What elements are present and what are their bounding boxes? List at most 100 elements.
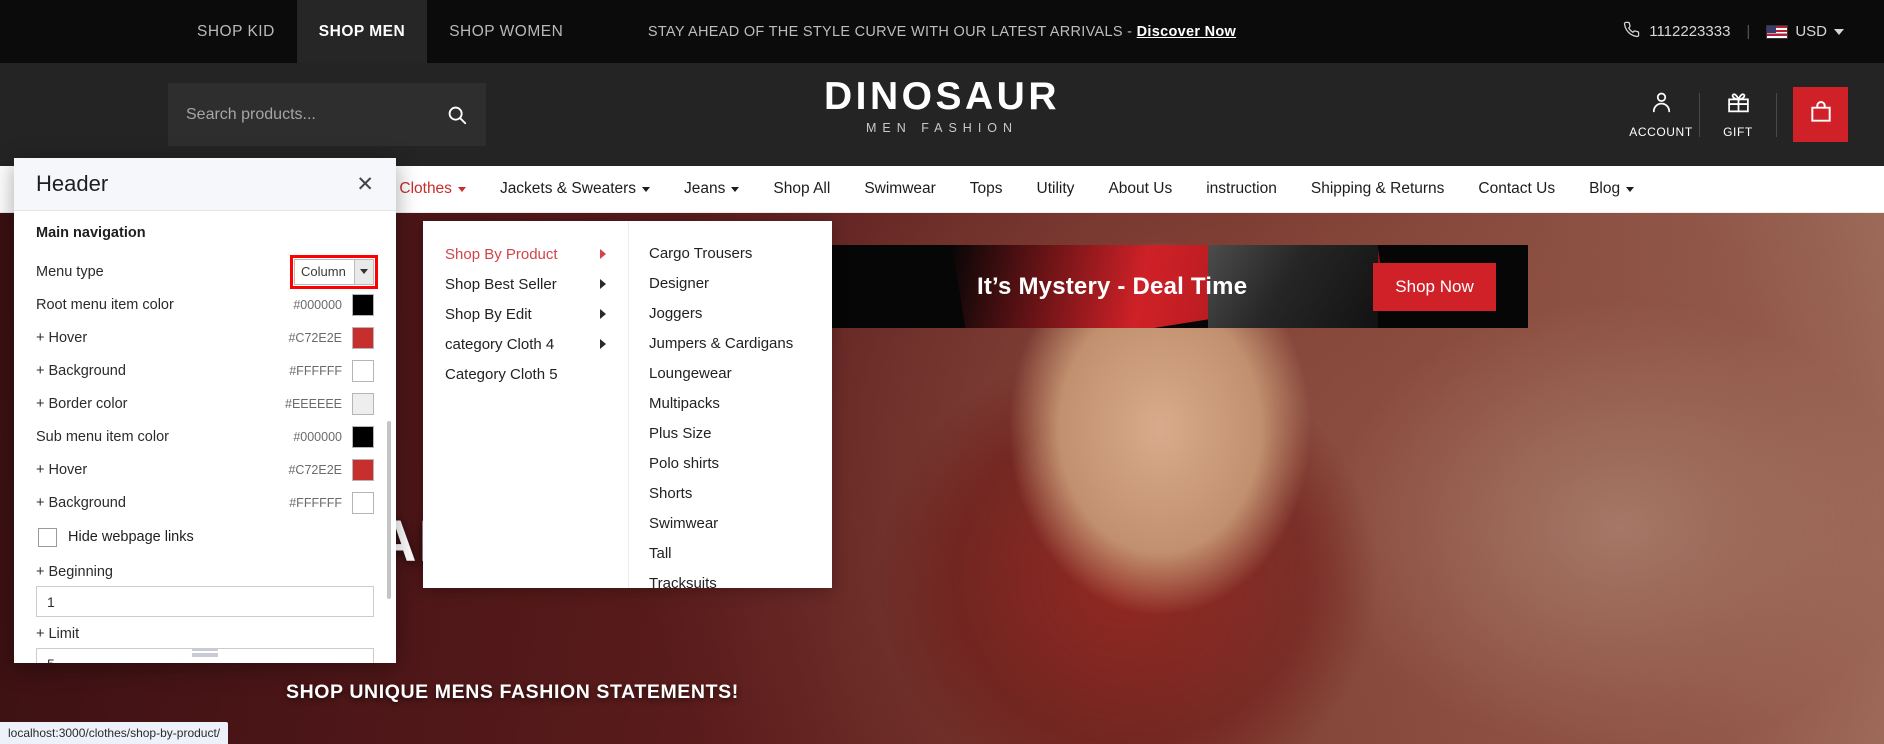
nav-item-jeans-label: Jeans: [684, 180, 726, 197]
discover-now-link[interactable]: Discover Now: [1137, 24, 1237, 40]
mega-subitem-swimwear[interactable]: Swimwear: [629, 509, 832, 539]
setting-row-sub-menu-item-color: Sub menu item color #000000: [36, 420, 374, 453]
root-border-color-swatch[interactable]: [352, 392, 374, 415]
browser-status-bar: localhost:3000/clothes/shop-by-product/: [0, 722, 229, 744]
mega-subitem-polo-shirts[interactable]: Polo shirts: [629, 449, 832, 479]
hide-webpage-links-checkbox[interactable]: [38, 527, 57, 547]
mega-item-shop-by-product-label: Shop By Product: [445, 245, 558, 263]
panel-header: Header ✕: [14, 158, 396, 211]
us-flag-icon: [1766, 24, 1789, 39]
root-hover-swatch[interactable]: [352, 326, 374, 349]
root-background-swatch[interactable]: [352, 359, 374, 382]
root-hover-value: #C72E2E: [288, 330, 342, 345]
mega-item-shop-best-seller[interactable]: Shop Best Seller: [423, 269, 628, 299]
hide-webpage-links-label: Hide webpage links: [68, 529, 194, 545]
nav-item-jackets-sweaters[interactable]: Jackets & Sweaters: [483, 166, 667, 213]
nav-item-utility[interactable]: Utility: [1020, 166, 1092, 213]
chevron-down-icon: [642, 186, 651, 192]
nav-item-blog[interactable]: Blog: [1572, 166, 1651, 213]
mega-item-shop-by-product[interactable]: Shop By Product: [423, 239, 628, 269]
mega-subitem-multipacks[interactable]: Multipacks: [629, 389, 832, 419]
chevron-down-icon[interactable]: [354, 259, 373, 284]
phone-number: 1112223333: [1649, 23, 1731, 40]
root-menu-item-color-label: Root menu item color: [36, 296, 174, 313]
mega-subitem-cargo-trousers[interactable]: Cargo Trousers: [629, 239, 832, 269]
shop-tab-kid-label: SHOP KID: [197, 22, 275, 40]
nav-item-jeans[interactable]: Jeans: [667, 166, 756, 213]
shop-tab-kid[interactable]: SHOP KID: [175, 0, 297, 63]
topbar-separator: |: [1746, 23, 1751, 40]
close-icon[interactable]: ✕: [356, 174, 374, 195]
mega-menu-level2: Cargo Trousers Designer Joggers Jumpers …: [629, 221, 832, 592]
sub-hover-value: #C72E2E: [288, 462, 342, 477]
nav-item-jackets-sweaters-label: Jackets & Sweaters: [499, 180, 637, 197]
mega-subitem-shorts[interactable]: Shorts: [629, 479, 832, 509]
sub-hover-swatch[interactable]: [352, 458, 374, 481]
mega-subitem-tracksuits[interactable]: Tracksuits: [629, 569, 832, 599]
chevron-right-icon: [600, 249, 606, 259]
root-menu-item-color-swatch[interactable]: [352, 293, 374, 316]
setting-row-root-menu-item-color: Root menu item color #000000: [36, 288, 374, 321]
root-border-color-label: + Border color: [36, 395, 128, 412]
root-background-label: + Background: [36, 362, 126, 379]
nav-item-swimwear[interactable]: Swimwear: [847, 166, 952, 213]
action-divider-2: [1776, 92, 1777, 137]
limit-label: + Limit: [36, 626, 80, 642]
setting-row-root-hover: + Hover #C72E2E: [36, 321, 374, 354]
shop-tab-women-label: SHOP WOMEN: [449, 22, 564, 40]
nav-item-shop-all-label: Shop All: [773, 180, 831, 197]
shop-now-button[interactable]: Shop Now: [1373, 263, 1496, 311]
main-navigation-list: as Clothes Jackets & Sweaters Jeans Shop…: [332, 166, 1651, 213]
header-settings-panel: Header ✕ Main navigation Menu type Colum…: [14, 158, 396, 663]
brand-logo[interactable]: DINOSAUR MEN FASHION: [0, 76, 1884, 135]
sub-hover-label: + Hover: [36, 461, 88, 478]
mega-subitem-joggers[interactable]: Joggers: [629, 299, 832, 329]
mega-subitem-tall[interactable]: Tall: [629, 539, 832, 569]
gift-icon: [1725, 90, 1752, 120]
nav-item-instruction[interactable]: instruction: [1189, 166, 1294, 213]
panel-resize-handle[interactable]: [192, 649, 218, 657]
mega-subitem-jumpers-cardigans[interactable]: Jumpers & Cardigans: [629, 329, 832, 359]
root-menu-item-color-value: #000000: [293, 297, 342, 312]
mega-subitem-plus-size[interactable]: Plus Size: [629, 419, 832, 449]
sub-background-value: #FFFFFF: [289, 495, 342, 510]
nav-item-shop-all[interactable]: Shop All: [756, 166, 847, 213]
mega-subitem-designer[interactable]: Designer: [629, 269, 832, 299]
root-border-color-value: #EEEEEE: [285, 396, 342, 411]
mega-subitem-loungewear[interactable]: Loungewear: [629, 359, 832, 389]
nav-item-tops[interactable]: Tops: [953, 166, 1020, 213]
clothes-mega-menu: Shop By Product Shop Best Seller Shop By…: [423, 221, 832, 592]
mega-item-category-cloth-4[interactable]: category Cloth 4: [423, 329, 628, 359]
menu-type-select[interactable]: Column: [290, 254, 378, 289]
topbar-right-group: 1112223333 | USD: [1623, 0, 1844, 63]
nav-item-clothes[interactable]: Clothes: [382, 166, 483, 213]
mega-item-shop-by-edit[interactable]: Shop By Edit: [423, 299, 628, 329]
currency-selector[interactable]: USD: [1766, 23, 1844, 40]
setting-row-hide-webpage-links[interactable]: Hide webpage links: [36, 519, 374, 555]
nav-item-clothes-label: Clothes: [399, 180, 452, 197]
header-actions: ACCOUNT GIFT: [1623, 63, 1848, 166]
nav-item-contact-us[interactable]: Contact Us: [1461, 166, 1572, 213]
shop-tab-men[interactable]: SHOP MEN: [296, 0, 428, 63]
sub-menu-item-color-swatch[interactable]: [352, 425, 374, 448]
shopping-bag-icon: [1808, 99, 1834, 130]
shop-tab-women[interactable]: SHOP WOMEN: [427, 0, 585, 63]
account-button[interactable]: ACCOUNT: [1623, 90, 1699, 139]
cart-button[interactable]: [1793, 87, 1848, 142]
nav-item-shipping-returns-label: Shipping & Returns: [1310, 180, 1445, 197]
beginning-input[interactable]: [36, 586, 374, 617]
mega-item-shop-best-seller-label: Shop Best Seller: [445, 275, 557, 293]
root-background-value: #FFFFFF: [289, 363, 342, 378]
mega-item-category-cloth-5[interactable]: Category Cloth 5: [423, 359, 628, 389]
nav-item-swimwear-label: Swimwear: [864, 180, 936, 197]
top-utility-bar: SHOP KID SHOP MEN SHOP WOMEN STAY AHEAD …: [0, 0, 1884, 63]
gift-button[interactable]: GIFT: [1700, 90, 1776, 139]
nav-item-about-us[interactable]: About Us: [1091, 166, 1189, 213]
phone-contact[interactable]: 1112223333: [1623, 21, 1730, 42]
nav-item-shipping-returns[interactable]: Shipping & Returns: [1294, 166, 1462, 213]
beginning-label: + Beginning: [36, 564, 113, 580]
sub-background-swatch[interactable]: [352, 491, 374, 514]
brand-tagline: MEN FASHION: [865, 120, 1019, 135]
panel-scrollbar[interactable]: [387, 421, 391, 599]
banner-title: It’s Mystery - Deal Time: [977, 273, 1248, 300]
